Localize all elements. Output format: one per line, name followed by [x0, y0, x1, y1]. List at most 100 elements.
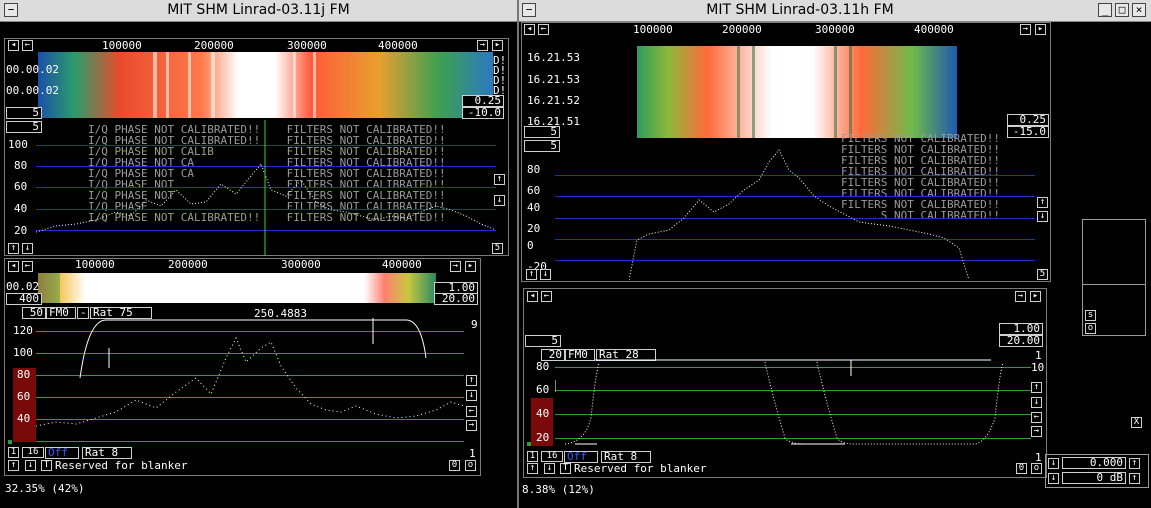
wide-right-arrow2[interactable]: ▸: [1035, 24, 1046, 35]
close-button[interactable]: ×: [1132, 3, 1146, 17]
baseband-ylabel: 80: [536, 360, 550, 373]
bb-sixteen-box[interactable]: 16: [22, 447, 44, 458]
spectrum-ylabel: 80: [527, 163, 541, 176]
hires-left-arrow[interactable]: ◂: [8, 261, 19, 272]
spectrum-up-arrow[interactable]: ↑: [494, 174, 505, 185]
wf-avg-box[interactable]: 5: [524, 126, 560, 138]
baseband-ylabel: 40: [536, 407, 550, 420]
bb-rat-box[interactable]: Rat 8: [82, 447, 132, 459]
freq-label: 400000: [914, 23, 954, 36]
left-wide-left-arrow2[interactable]: ←: [22, 40, 33, 51]
bb-down-arrow[interactable]: ↓: [25, 460, 36, 471]
side-divider: [1082, 284, 1146, 285]
t-button[interactable]: T: [560, 463, 571, 474]
bb-up-arrow[interactable]: ↑: [527, 463, 538, 474]
left-wide-right-arrow2[interactable]: ▸: [492, 40, 503, 51]
hires-right-arrow2[interactable]: ▸: [465, 261, 476, 272]
wide-left-arrow2[interactable]: ←: [538, 24, 549, 35]
hires-offset-box[interactable]: 20.00: [434, 293, 478, 305]
spectrum-avg-box[interactable]: 5: [524, 140, 560, 152]
baseband-ylabel: 100: [13, 346, 33, 359]
spectrum-down-arrow[interactable]: ↓: [494, 195, 505, 206]
baseband-left-arrow[interactable]: ←: [466, 406, 477, 417]
spectrum-down-left[interactable]: ↓: [22, 243, 33, 254]
wf-offset-box[interactable]: -10.0: [462, 107, 504, 119]
spectrum-ylabel: 20: [14, 224, 28, 237]
hires-right-arrow[interactable]: →: [1015, 291, 1026, 302]
bb-one-box[interactable]: 1: [8, 447, 19, 458]
hires-left-box[interactable]: 400: [6, 293, 42, 305]
bb-up-arrow[interactable]: ↑: [8, 460, 19, 471]
waterfall-time: 16.21.53: [527, 73, 580, 86]
volume-value[interactable]: 0.000: [1062, 457, 1126, 469]
spectrum-down-arrow[interactable]: ↓: [1037, 211, 1048, 222]
zero-button[interactable]: 0: [1016, 463, 1027, 474]
bb-off-box[interactable]: Off: [45, 447, 79, 459]
baseband-right-arrow[interactable]: →: [466, 420, 477, 431]
hires-offset-box[interactable]: 20.00: [999, 335, 1043, 347]
spectrum-avg-right[interactable]: 5: [1037, 269, 1048, 280]
volume-down-arrow[interactable]: ↓: [1048, 458, 1059, 469]
baseband-up-arrow[interactable]: ↑: [466, 375, 477, 386]
o-button[interactable]: o: [1031, 463, 1042, 474]
o-button[interactable]: o: [465, 460, 476, 471]
volume-up-arrow[interactable]: ↑: [1129, 458, 1140, 469]
spectrum-ylabel: 40: [527, 201, 541, 214]
left-window-title: MIT SHM Linrad-03.11j FM: [167, 2, 350, 18]
side-s-button[interactable]: s: [1085, 310, 1096, 321]
bb-down-arrow[interactable]: ↓: [544, 463, 555, 474]
baseband-up-arrow[interactable]: ↑: [1031, 382, 1042, 393]
baseband-down-arrow[interactable]: ↓: [1031, 397, 1042, 408]
side-o-button[interactable]: o: [1085, 323, 1096, 334]
spectrum-ylabel: 0: [527, 239, 534, 252]
left-wide-right-arrow[interactable]: →: [477, 40, 488, 51]
hires-left-box[interactable]: 5: [525, 335, 561, 347]
right-window-title: MIT SHM Linrad-03.11h FM: [706, 2, 894, 18]
hires-left-arrow2[interactable]: ←: [22, 261, 33, 272]
hires-left-arrow2[interactable]: ←: [541, 291, 552, 302]
wide-left-arrow[interactable]: ◂: [524, 24, 535, 35]
bb-sixteen-box[interactable]: 16: [541, 451, 563, 462]
freq-label: 200000: [168, 258, 208, 271]
indicator-dot: [527, 442, 531, 446]
minimize-icon: _: [1101, 3, 1109, 16]
spectrum-avg-right[interactable]: 5: [492, 243, 503, 254]
t-button[interactable]: T: [41, 460, 52, 471]
baseband-down-arrow[interactable]: ↓: [466, 390, 477, 401]
side-x-button[interactable]: X: [1131, 417, 1142, 428]
minimize-button[interactable]: _: [1098, 3, 1112, 17]
wf-offset-box[interactable]: -15.0: [1007, 126, 1049, 138]
gain-down-arrow[interactable]: ↓: [1048, 473, 1059, 484]
cpu-status: 32.35% (42%): [5, 482, 85, 495]
spectrum-down-left[interactable]: ↓: [540, 269, 551, 280]
baseband-right-arrow[interactable]: →: [1031, 426, 1042, 437]
baseband-left-arrow[interactable]: ←: [1031, 412, 1042, 423]
right-spectrum-trace: [629, 149, 969, 281]
wide-right-arrow[interactable]: →: [1020, 24, 1031, 35]
hires-left-arrow[interactable]: ◂: [527, 291, 538, 302]
spectrum-up-arrow[interactable]: ↑: [1037, 197, 1048, 208]
spectrum-ylabel: 60: [14, 180, 28, 193]
left-titlebar[interactable]: − MIT SHM Linrad-03.11j FM: [0, 0, 517, 22]
maximize-button[interactable]: □: [1115, 3, 1129, 17]
wf-avg-box[interactable]: 5: [6, 107, 42, 119]
right-window: − MIT SHM Linrad-03.11h FM _ □ × ◂ ← → ▸…: [519, 0, 1151, 508]
freq-label: 200000: [194, 39, 234, 52]
left-wide-left-arrow[interactable]: ◂: [8, 40, 19, 51]
baseband-trace: [36, 318, 465, 427]
spectrum-up-left[interactable]: ↑: [8, 243, 19, 254]
bb-one-box[interactable]: 1: [527, 451, 538, 462]
gain-value[interactable]: 0 dB: [1062, 472, 1126, 484]
mode-right-num: 9: [471, 318, 478, 331]
spectrum-up-left[interactable]: ↑: [526, 269, 537, 280]
gain-up-arrow[interactable]: ↑: [1129, 473, 1140, 484]
spectrum-ylabel: 40: [14, 202, 28, 215]
reserved-label: Reserved for blanker: [55, 459, 188, 472]
right-titlebar[interactable]: − MIT SHM Linrad-03.11h FM _ □ ×: [519, 0, 1151, 22]
mode-right-num: 1: [1035, 349, 1042, 362]
hires-right-arrow[interactable]: →: [450, 261, 461, 272]
zero-button[interactable]: 0: [449, 460, 460, 471]
right-waterfall: [637, 46, 957, 138]
hires-right-arrow2[interactable]: ▸: [1030, 291, 1041, 302]
bb-right-num: 1: [1035, 451, 1042, 464]
